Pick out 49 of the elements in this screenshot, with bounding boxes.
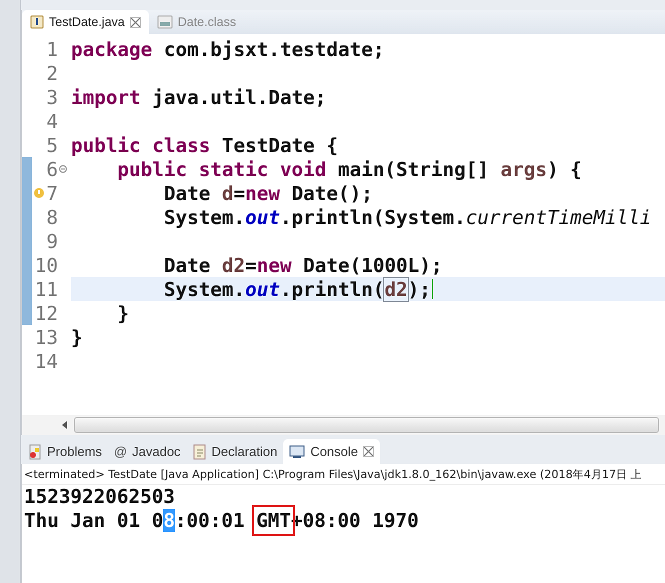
line-number: 13: [34, 326, 58, 348]
scrollbar-thumb[interactable]: [74, 417, 659, 433]
line-number: 1: [46, 38, 58, 60]
tab-label: Date.class: [178, 15, 236, 29]
editor-tab[interactable]: TestDate.java: [22, 10, 149, 34]
console-output-line: 1523922062503: [23, 485, 176, 509]
line-number: 5: [46, 134, 58, 156]
view-tab[interactable]: Problems: [22, 439, 108, 464]
text-cursor: [432, 279, 433, 299]
line-number: 11: [34, 278, 58, 300]
code-line: }: [71, 326, 83, 348]
view-tab[interactable]: @ Javadoc: [108, 439, 187, 464]
tab-label: Console: [310, 444, 358, 459]
line-number: 3: [46, 86, 58, 108]
code-line: Date d=new Date();: [162, 182, 373, 204]
scroll-left-icon[interactable]: [62, 421, 68, 429]
code-line: System.out.println(System.currentTimeMilli: [162, 206, 652, 228]
code-line: public static void main(String[] args) {: [116, 158, 582, 180]
tab-label: Problems: [47, 444, 102, 459]
declaration-icon: [192, 444, 207, 460]
line-number: 10: [34, 254, 58, 276]
line-number: 9: [46, 230, 58, 252]
line-number: 4: [46, 110, 58, 132]
code-line: System.out.println(d2);: [162, 278, 431, 300]
java-file-icon: [30, 15, 44, 29]
line-number: 7: [46, 182, 58, 204]
tab-label: Declaration: [212, 444, 278, 459]
code-line: import java.util.Date;: [71, 86, 326, 108]
problems-icon: [28, 444, 42, 460]
line-number: 6: [46, 158, 58, 180]
close-icon[interactable]: [130, 16, 141, 28]
at-icon: @: [114, 444, 128, 459]
console-status: <terminated> TestDate [Java Application] C:\Program Files\Java\jdk1.8.0_162\bin\javaw.exe (2018年4月17日 上: [22, 464, 665, 485]
tab-label: TestDate.java: [49, 15, 125, 29]
line-number: 2: [46, 62, 58, 84]
line-number: 12: [34, 302, 58, 324]
close-icon[interactable]: [363, 446, 374, 457]
tab-label: Javadoc: [132, 444, 181, 459]
code-line: Date d2=new Date(1000L);: [162, 254, 442, 276]
line-number: 14: [34, 350, 58, 372]
collapse-icon[interactable]: [59, 165, 67, 173]
code-line: public class TestDate {: [71, 134, 338, 156]
line-number: 8: [46, 206, 58, 228]
code-line: package com.bjsxt.testdate;: [71, 38, 384, 60]
code-line: }: [116, 302, 130, 324]
view-tab[interactable]: Console: [283, 439, 380, 464]
view-tab[interactable]: Declaration: [186, 439, 284, 464]
console-icon: [289, 444, 306, 458]
class-file-icon: [156, 15, 173, 29]
